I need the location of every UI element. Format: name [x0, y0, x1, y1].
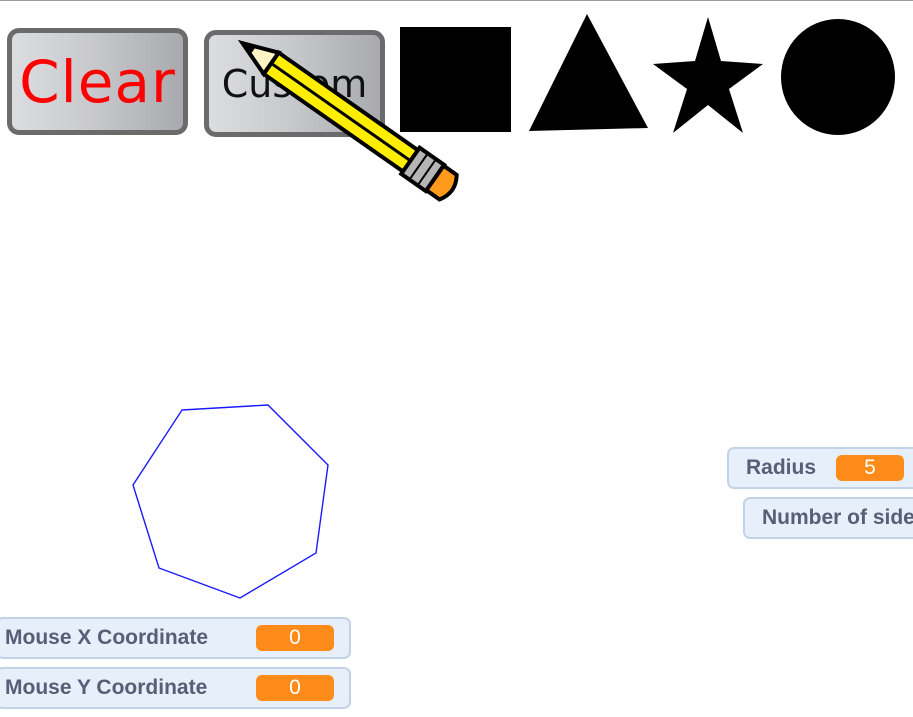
mouse-x-value: 0	[256, 625, 334, 651]
sides-label: Number of sides	[762, 506, 913, 529]
radius-monitor: Radius 5	[727, 447, 913, 489]
sides-monitor: Number of sides	[743, 497, 913, 539]
mouse-x-label: Mouse X Coordinate	[5, 626, 209, 649]
pencil-icon[interactable]	[232, 29, 462, 203]
mouse-y-monitor: Mouse Y Coordinate 0	[0, 667, 351, 709]
radius-label: Radius	[746, 456, 817, 479]
radius-value: 5	[836, 455, 905, 481]
drawn-heptagon	[132, 404, 329, 599]
mouse-x-monitor: Mouse X Coordinate 0	[0, 617, 351, 659]
mouse-y-value: 0	[256, 675, 334, 701]
drawing-canvas[interactable]	[0, 0, 913, 717]
mouse-y-label: Mouse Y Coordinate	[5, 676, 208, 699]
